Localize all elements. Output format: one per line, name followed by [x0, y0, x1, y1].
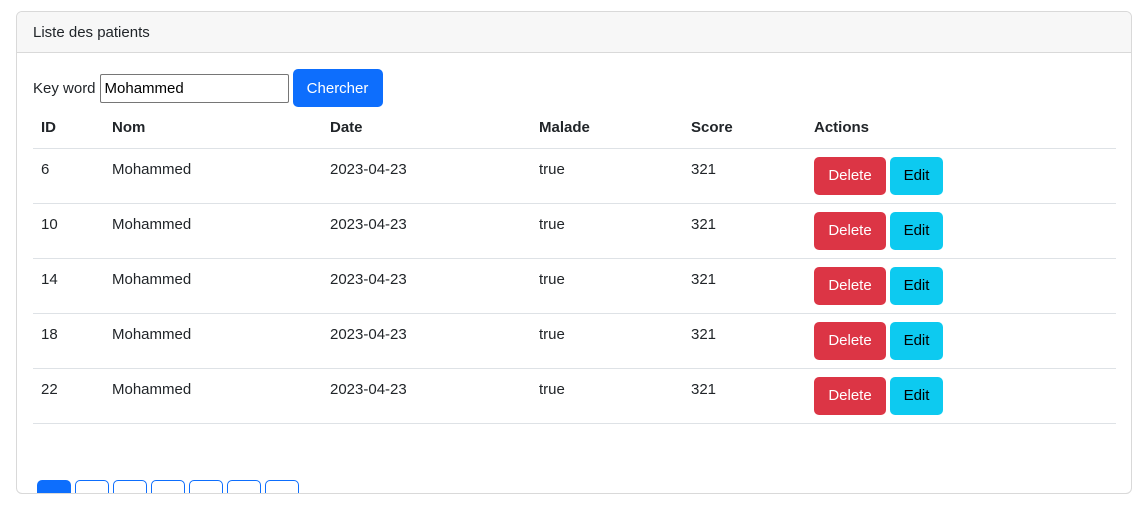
delete-button[interactable]: Delete — [814, 376, 886, 415]
cell-score-text: 321 — [691, 215, 717, 233]
card-header: Liste des patients — [17, 12, 1131, 53]
cell-date: 2023-04-23 — [322, 313, 531, 369]
edit-button[interactable]: Edit — [890, 321, 943, 360]
cell-malade-text: true — [539, 270, 565, 288]
cell-nom: Mohammed — [104, 258, 322, 314]
cell-score: 321 — [683, 368, 806, 424]
search-label: Key word — [33, 79, 96, 97]
edit-button[interactable]: Edit — [890, 266, 943, 305]
cell-nom-text: Mohammed — [112, 270, 192, 288]
cell-score: 321 — [683, 313, 806, 369]
cell-score: 321 — [683, 258, 806, 314]
cell-date-text: 2023-04-23 — [330, 325, 407, 343]
cell-malade-text: true — [539, 325, 565, 343]
cell-nom: Mohammed — [104, 313, 322, 369]
cell-actions: Delete Edit — [806, 148, 1116, 204]
cell-id-text: 22 — [41, 380, 58, 398]
cell-score-text: 321 — [691, 325, 717, 343]
column-header-date: Date — [322, 108, 531, 149]
cell-id: 10 — [33, 203, 104, 259]
table-body: 6 Mohammed 2023-04-23 true 321 Delete Edit 10 Mo… — [33, 148, 1116, 424]
cell-date: 2023-04-23 — [322, 148, 531, 204]
pagination: 0123456 — [37, 480, 303, 493]
cell-score: 321 — [683, 203, 806, 259]
cell-date-text: 2023-04-23 — [330, 215, 407, 233]
cell-date: 2023-04-23 — [322, 258, 531, 314]
patients-table: ID Nom Date Malade Score Actions 6 Mohamm… — [33, 108, 1116, 424]
column-header-score: Score — [683, 108, 806, 149]
cell-id: 6 — [33, 148, 104, 204]
cell-date: 2023-04-23 — [322, 203, 531, 259]
column-header-id: ID — [33, 108, 104, 149]
delete-button[interactable]: Delete — [814, 266, 886, 305]
cell-actions: Delete Edit — [806, 203, 1116, 259]
cell-malade: true — [531, 313, 683, 369]
page-button-3[interactable]: 3 — [151, 480, 185, 493]
cell-actions: Delete Edit — [806, 258, 1116, 314]
cell-id-text: 18 — [41, 325, 58, 343]
cell-id-text: 14 — [41, 270, 58, 288]
cell-malade: true — [531, 203, 683, 259]
table-row: 14 Mohammed 2023-04-23 true 321 Delete Edit — [33, 258, 1116, 314]
page-button-6[interactable]: 6 — [265, 480, 299, 493]
cell-date: 2023-04-23 — [322, 368, 531, 424]
cell-score: 321 — [683, 148, 806, 204]
card-title: Liste des patients — [33, 23, 150, 41]
cell-nom: Mohammed — [104, 148, 322, 204]
cell-actions: Delete Edit — [806, 368, 1116, 424]
page-button-2[interactable]: 2 — [113, 480, 147, 493]
cell-score-text: 321 — [691, 270, 717, 288]
page-button-5[interactable]: 5 — [227, 480, 261, 493]
page-button-1[interactable]: 1 — [75, 480, 109, 493]
table-row: 18 Mohammed 2023-04-23 true 321 Delete Edit — [33, 313, 1116, 369]
cell-nom-text: Mohammed — [112, 325, 192, 343]
cell-malade-text: true — [539, 160, 565, 178]
cell-nom: Mohammed — [104, 368, 322, 424]
page-button-4[interactable]: 4 — [189, 480, 223, 493]
cell-malade: true — [531, 258, 683, 314]
table-header-row: ID Nom Date Malade Score Actions — [33, 108, 1116, 149]
cell-score-text: 321 — [691, 160, 717, 178]
table-row: 6 Mohammed 2023-04-23 true 321 Delete Edit — [33, 148, 1116, 204]
cell-nom-text: Mohammed — [112, 380, 192, 398]
patients-card: Liste des patients Key word Chercher ID … — [16, 11, 1132, 494]
delete-button[interactable]: Delete — [814, 156, 886, 195]
cell-date-text: 2023-04-23 — [330, 160, 407, 178]
cell-id-text: 6 — [41, 160, 50, 178]
page-button-0[interactable]: 0 — [37, 480, 71, 493]
column-header-actions: Actions — [806, 108, 1116, 149]
table-row: 22 Mohammed 2023-04-23 true 321 Delete Edit — [33, 368, 1116, 424]
cell-nom-text: Mohammed — [112, 215, 192, 233]
cell-nom-text: Mohammed — [112, 160, 192, 178]
cell-malade-text: true — [539, 380, 565, 398]
edit-button[interactable]: Edit — [890, 376, 943, 415]
cell-id: 14 — [33, 258, 104, 314]
cell-nom: Mohammed — [104, 203, 322, 259]
search-form: Key word Chercher — [33, 69, 383, 107]
column-header-malade: Malade — [531, 108, 683, 149]
delete-button[interactable]: Delete — [814, 211, 886, 250]
cell-id: 18 — [33, 313, 104, 369]
cell-id-text: 10 — [41, 215, 58, 233]
delete-button[interactable]: Delete — [814, 321, 886, 360]
cell-id: 22 — [33, 368, 104, 424]
cell-malade-text: true — [539, 215, 565, 233]
cell-date-text: 2023-04-23 — [330, 270, 407, 288]
cell-date-text: 2023-04-23 — [330, 380, 407, 398]
search-button[interactable]: Chercher — [292, 69, 383, 107]
cell-actions: Delete Edit — [806, 313, 1116, 369]
cell-score-text: 321 — [691, 380, 717, 398]
cell-malade: true — [531, 368, 683, 424]
column-header-nom: Nom — [104, 108, 322, 149]
table-row: 10 Mohammed 2023-04-23 true 321 Delete Edit — [33, 203, 1116, 259]
edit-button[interactable]: Edit — [890, 211, 943, 250]
search-input[interactable] — [99, 73, 289, 103]
cell-malade: true — [531, 148, 683, 204]
edit-button[interactable]: Edit — [890, 156, 943, 195]
